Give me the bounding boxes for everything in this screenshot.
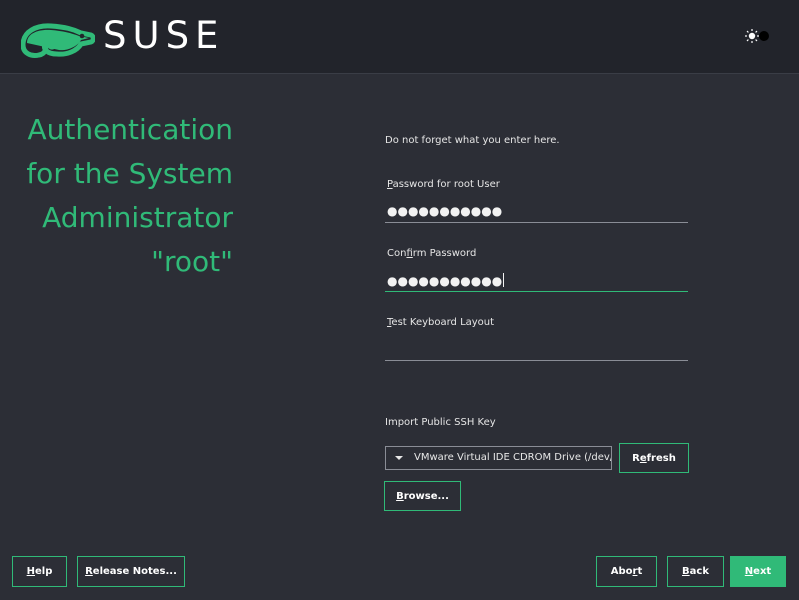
next-button[interactable]: Next — [730, 556, 786, 587]
theme-toggle-icon[interactable] — [744, 28, 772, 44]
help-button[interactable]: Help — [12, 556, 67, 587]
hint-text: Do not forget what you enter here. — [385, 135, 560, 146]
title-line: Administrator — [42, 201, 233, 234]
brand-name: SUSE — [103, 14, 225, 57]
suse-chameleon-icon — [21, 23, 95, 58]
release-notes-button[interactable]: Release Notes... — [77, 556, 185, 587]
ssh-device-select[interactable]: VMware Virtual IDE CDROM Drive (/dev/sr0… — [385, 446, 612, 470]
ssh-key-label: Import Public SSH Key — [385, 417, 496, 428]
confirm-password-label: Confirm Password — [387, 248, 477, 259]
confirm-password-field[interactable]: ●●●●●●●●●●● — [385, 269, 688, 292]
confirm-password-value: ●●●●●●●●●●● — [387, 274, 503, 288]
password-value: ●●●●●●●●●●● — [387, 204, 503, 218]
keyboard-test-field[interactable] — [385, 338, 688, 361]
page-title: Authentication for the System Administra… — [10, 108, 233, 284]
back-button[interactable]: Back — [667, 556, 724, 587]
text-caret — [503, 273, 505, 287]
dropdown-arrow-icon — [395, 456, 403, 460]
password-label: Password for root User — [387, 179, 500, 190]
keyboard-test-label: Test Keyboard Layout — [387, 317, 495, 328]
confirm-password-value-wrap: ●●●●●●●●●●● — [387, 273, 505, 288]
title-line: Authentication — [27, 113, 233, 146]
browse-button[interactable]: Browse... — [384, 481, 461, 511]
abort-button[interactable]: Abo r t — [596, 556, 657, 587]
password-field[interactable]: ●●●●●●●●●●● — [385, 200, 688, 223]
ssh-device-value: VMware Virtual IDE CDROM Drive (/dev/sr0… — [414, 452, 612, 463]
refresh-button[interactable]: Re fresh — [619, 443, 689, 473]
title-line: for the System — [26, 157, 233, 190]
title-line: "root" — [151, 245, 233, 278]
header-bar: SUSE — [0, 0, 799, 74]
